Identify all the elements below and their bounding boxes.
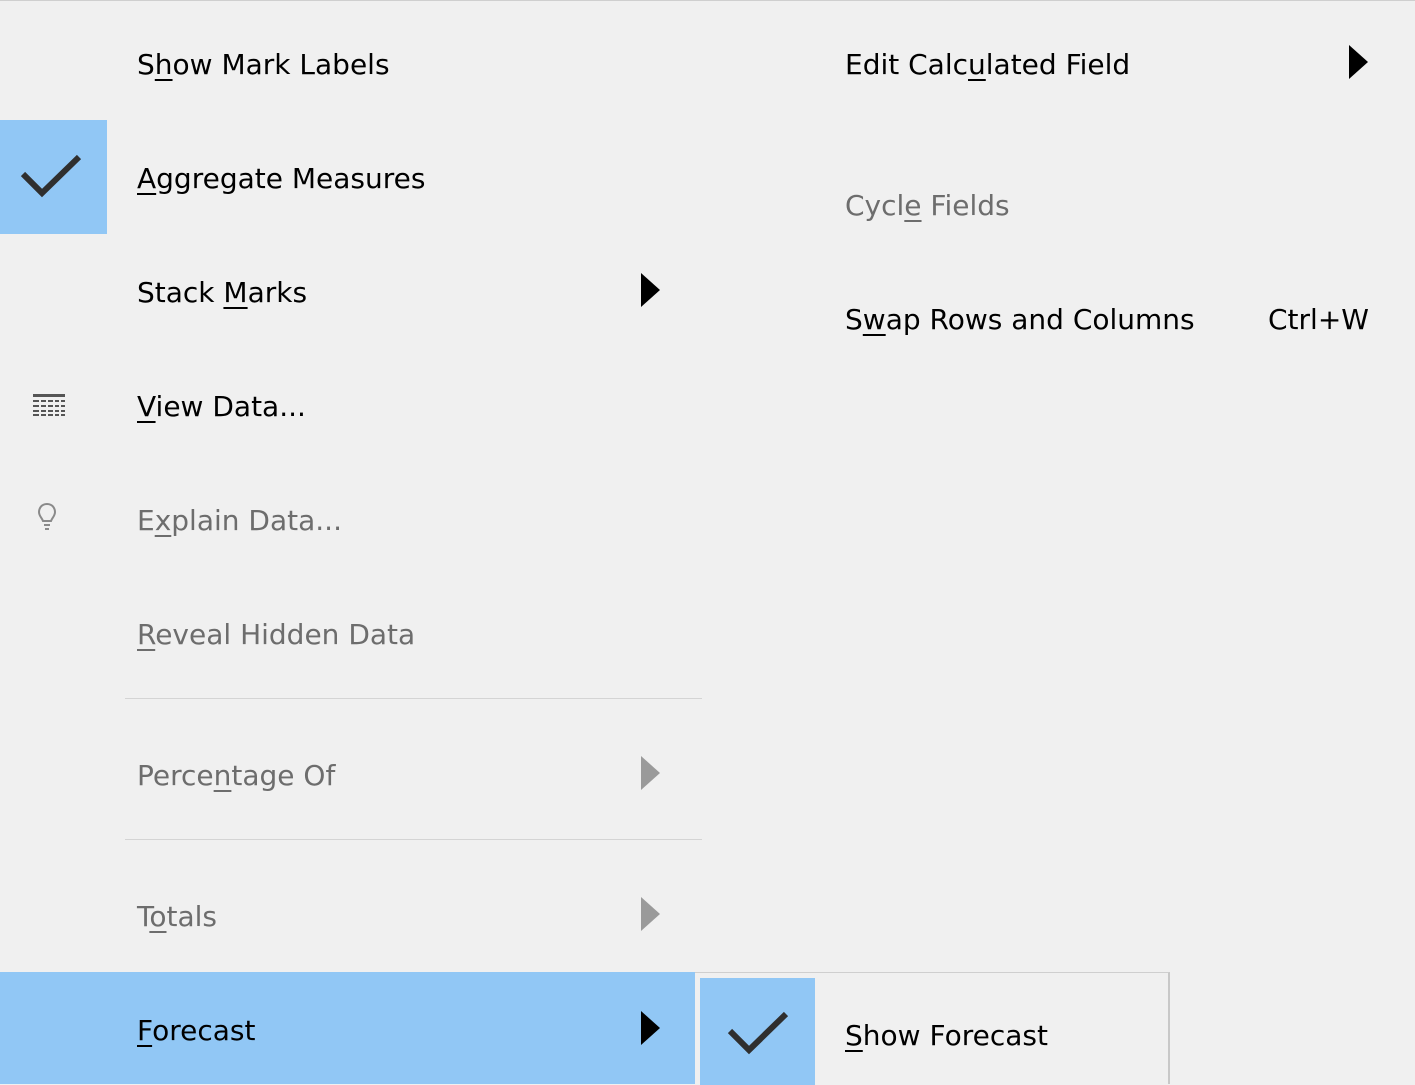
menu-item-forecast[interactable]: Forecast: [0, 972, 695, 1084]
menu-item-reveal-hidden-data[interactable]: Reveal Hidden Data: [0, 576, 700, 690]
menu-item-label: Edit Calculated Field: [845, 48, 1131, 81]
menu-item-edit-calculated-field[interactable]: Edit Calculated Field: [810, 8, 1410, 120]
menu-item-shortcut: Ctrl+W: [1268, 303, 1369, 336]
submenu-item-show-forecast[interactable]: Show Forecast: [700, 978, 1162, 1085]
checkmark-icon: [727, 1011, 789, 1055]
menu-item-label: Stack Marks: [137, 276, 308, 309]
menu-item-label: Aggregate Measures: [137, 162, 426, 195]
submenu-arrow-icon: [641, 897, 660, 931]
menu-item-show-mark-labels[interactable]: Show Mark Labels: [0, 8, 700, 120]
menu-item-label: Reveal Hidden Data: [137, 618, 416, 651]
menu-item-label: Forecast: [137, 1014, 256, 1047]
menu-item-label: Percentage Of: [137, 759, 336, 792]
checkmark-icon: [20, 154, 82, 198]
menu-item-label: View Data...: [137, 390, 306, 423]
submenu-arrow-icon: [641, 273, 660, 307]
menu-item-swap-rows-columns[interactable]: Swap Rows and Columns Ctrl+W: [810, 262, 1410, 376]
submenu-arrow-icon: [641, 756, 660, 790]
submenu-arrow-icon: [1349, 45, 1368, 79]
forecast-submenu: Show Forecast: [695, 972, 1170, 1085]
menu-item-stack-marks[interactable]: Stack Marks: [0, 234, 700, 348]
menu-item-label: Show Mark Labels: [137, 48, 390, 81]
menu-item-explain-data[interactable]: Explain Data...: [0, 462, 700, 576]
menu-item-label: Cycle Fields: [845, 189, 1010, 222]
menu-separator: [125, 698, 702, 699]
menu-item-totals[interactable]: Totals: [0, 857, 700, 971]
lightbulb-icon: [37, 502, 57, 530]
menu-item-label: Totals: [137, 900, 218, 933]
menu-item-view-data[interactable]: View Data...: [0, 348, 700, 462]
menu-item-aggregate-measures[interactable]: Aggregate Measures: [0, 120, 700, 234]
menu-top-border: [0, 0, 1415, 1]
menu-item-cycle-fields[interactable]: Cycle Fields: [810, 148, 1410, 262]
menu-item-percentage-of[interactable]: Percentage Of: [0, 716, 700, 830]
menu-separator: [125, 839, 702, 840]
menu-item-label: Show Forecast: [845, 1019, 1048, 1052]
table-icon: [33, 394, 65, 416]
menu-item-label: Explain Data...: [137, 504, 342, 537]
menu-item-label: Swap Rows and Columns: [845, 303, 1195, 336]
submenu-arrow-icon: [641, 1011, 660, 1045]
